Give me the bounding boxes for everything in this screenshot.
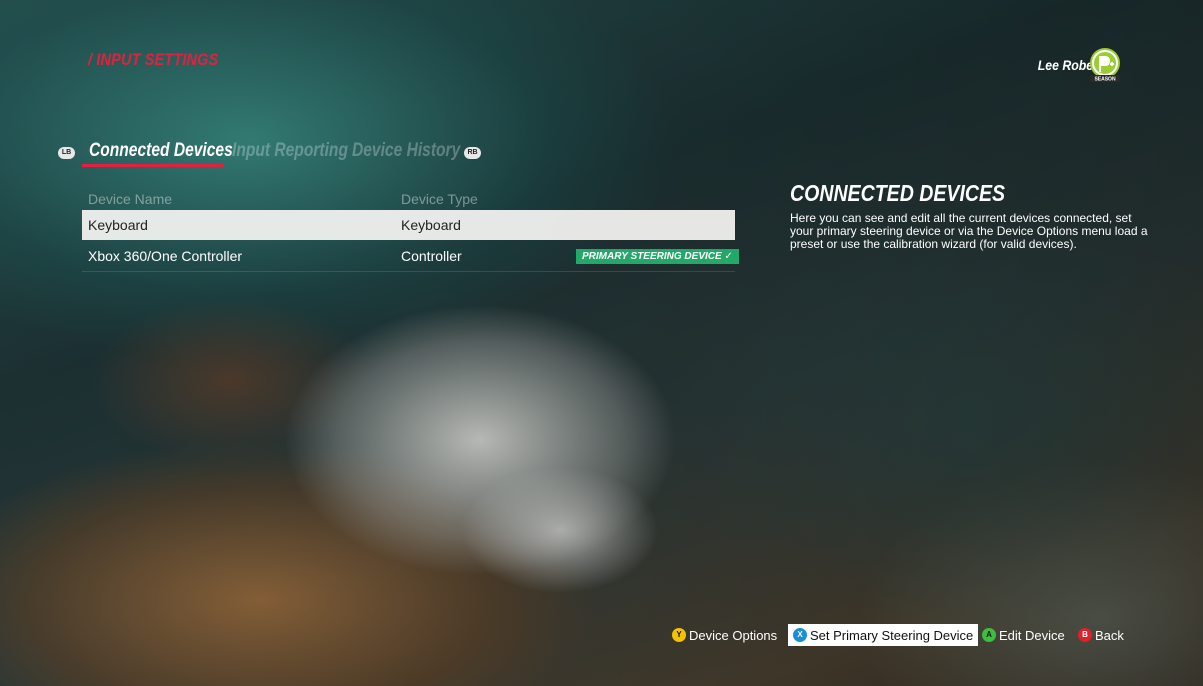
season-badge-icon: SEASON bbox=[1090, 48, 1120, 83]
device-type: Controller bbox=[401, 248, 462, 264]
panel-description: Here you can see and edit all the curren… bbox=[790, 211, 1148, 251]
tab-connected-devices[interactable]: Connected Devices bbox=[89, 140, 233, 162]
a-button-icon: A bbox=[982, 628, 996, 642]
active-tab-underline bbox=[82, 164, 224, 167]
b-button-icon: B bbox=[1078, 628, 1092, 642]
prompt-label: Edit Device bbox=[999, 627, 1065, 643]
table-row-keyboard[interactable]: Keyboard Keyboard bbox=[82, 210, 735, 240]
lb-bumper-icon[interactable]: LB bbox=[58, 147, 75, 159]
back-button[interactable]: B Back bbox=[1078, 624, 1124, 646]
row-divider bbox=[82, 271, 735, 272]
tab-device-history[interactable]: Device History bbox=[352, 140, 460, 162]
season-badge-label: SEASON bbox=[1094, 77, 1116, 83]
panel-title: CONNECTED DEVICES bbox=[790, 180, 1006, 206]
table-row-xbox-controller[interactable]: Xbox 360/One Controller Controller PRIMA… bbox=[82, 241, 739, 271]
screen: / INPUT SETTINGS Lee Roberts SEASON LB C… bbox=[0, 0, 1203, 686]
edit-device-button[interactable]: A Edit Device bbox=[982, 624, 1065, 646]
y-button-icon: Y bbox=[672, 628, 686, 642]
tab-input-reporting[interactable]: Input Reporting bbox=[232, 140, 348, 162]
device-options-button[interactable]: Y Device Options bbox=[672, 624, 777, 646]
primary-steering-badge: PRIMARY STEERING DEVICE ✓ bbox=[576, 249, 739, 264]
prompt-label: Back bbox=[1095, 627, 1124, 643]
x-button-icon: X bbox=[793, 628, 807, 642]
column-header-device-type: Device Type bbox=[401, 191, 478, 207]
device-type: Keyboard bbox=[401, 217, 461, 233]
rb-bumper-icon[interactable]: RB bbox=[464, 147, 481, 159]
set-primary-steering-device-button[interactable]: X Set Primary Steering Device bbox=[788, 624, 979, 646]
prompt-label: Set Primary Steering Device bbox=[810, 627, 974, 643]
device-name: Xbox 360/One Controller bbox=[88, 248, 243, 264]
breadcrumb: / INPUT SETTINGS bbox=[88, 50, 219, 69]
device-name: Keyboard bbox=[88, 217, 148, 233]
column-header-device-name: Device Name bbox=[88, 191, 173, 207]
prompt-label: Device Options bbox=[689, 627, 778, 643]
